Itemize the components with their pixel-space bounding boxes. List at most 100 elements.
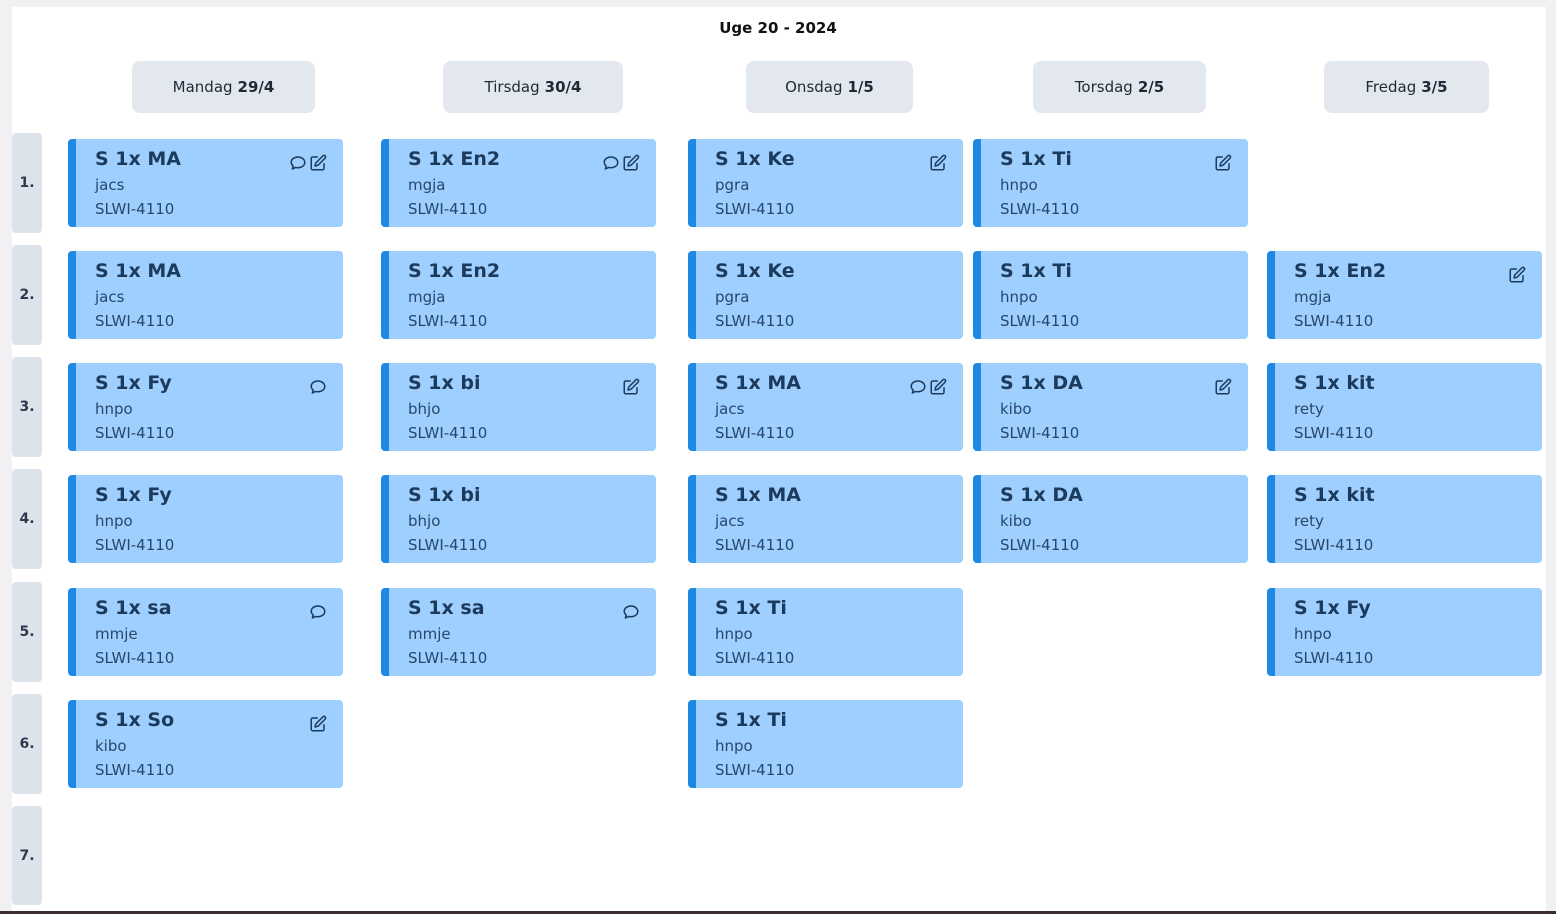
lesson-card[interactable]: S 1x Ti hnpo SLWI-4110 xyxy=(973,251,1248,339)
comment-icon[interactable] xyxy=(289,154,307,172)
lesson-teacher: kibo xyxy=(95,737,127,755)
day-header-torsdag: Torsdag 2/5 xyxy=(1033,61,1206,113)
day-date: 2/5 xyxy=(1137,78,1165,96)
lesson-teacher: jacs xyxy=(95,176,125,194)
day-date: 30/4 xyxy=(544,78,582,96)
lesson-subject: S 1x kit xyxy=(1294,484,1375,506)
lesson-subject: S 1x Ti xyxy=(1000,260,1072,282)
lesson-card[interactable]: S 1x Fy hnpo SLWI-4110 xyxy=(68,363,343,451)
lesson-teacher: bhjo xyxy=(408,512,441,530)
lesson-teacher: mgja xyxy=(408,176,446,194)
lesson-teacher: hnpo xyxy=(95,512,133,530)
day-name: Onsdag xyxy=(785,78,843,96)
lesson-room: SLWI-4110 xyxy=(1000,200,1080,218)
lesson-actions xyxy=(309,715,327,733)
lesson-room: SLWI-4110 xyxy=(1294,649,1374,667)
lesson-card[interactable]: S 1x Ti hnpo SLWI-4110 xyxy=(688,588,963,676)
lesson-card[interactable]: S 1x Fy hnpo SLWI-4110 xyxy=(1267,588,1542,676)
lesson-teacher: rety xyxy=(1294,512,1324,530)
lesson-card[interactable]: S 1x DA kibo SLWI-4110 xyxy=(973,363,1248,451)
lesson-card[interactable]: S 1x Fy hnpo SLWI-4110 xyxy=(68,475,343,563)
edit-icon[interactable] xyxy=(1508,266,1526,284)
day-date: 1/5 xyxy=(847,78,874,96)
lesson-room: SLWI-4110 xyxy=(715,424,795,442)
lesson-actions xyxy=(1508,266,1526,284)
lesson-card[interactable]: S 1x sa mmje SLWI-4110 xyxy=(68,588,343,676)
lesson-actions xyxy=(309,378,327,396)
lesson-card[interactable]: S 1x En2 mgja SLWI-4110 xyxy=(381,251,656,339)
lesson-card[interactable]: S 1x MA jacs SLWI-4110 xyxy=(688,475,963,563)
lesson-room: SLWI-4110 xyxy=(95,761,175,779)
day-header-mandag: Mandag 29/4 xyxy=(132,61,315,113)
edit-icon[interactable] xyxy=(622,378,640,396)
edit-icon[interactable] xyxy=(309,715,327,733)
edit-icon[interactable] xyxy=(1214,154,1232,172)
lesson-subject: S 1x MA xyxy=(95,260,182,282)
lesson-subject: S 1x Fy xyxy=(95,484,172,506)
lesson-card[interactable]: S 1x kit rety SLWI-4110 xyxy=(1267,475,1542,563)
lesson-teacher: kibo xyxy=(1000,400,1032,418)
lesson-room: SLWI-4110 xyxy=(1294,312,1374,330)
lesson-card[interactable]: S 1x En2 mgja SLWI-4110 xyxy=(1267,251,1542,339)
edit-icon[interactable] xyxy=(929,154,947,172)
lesson-subject: S 1x bi xyxy=(408,484,481,506)
comment-icon[interactable] xyxy=(309,603,327,621)
lesson-card[interactable]: S 1x sa mmje SLWI-4110 xyxy=(381,588,656,676)
lesson-card[interactable]: S 1x bi bhjo SLWI-4110 xyxy=(381,475,656,563)
lesson-teacher: jacs xyxy=(715,400,745,418)
lesson-subject: S 1x MA xyxy=(715,484,802,506)
lesson-card[interactable]: S 1x DA kibo SLWI-4110 xyxy=(973,475,1248,563)
lesson-card[interactable]: S 1x En2 mgja SLWI-4110 xyxy=(381,139,656,227)
lesson-card[interactable]: S 1x Ti hnpo SLWI-4110 xyxy=(688,700,963,788)
lesson-card[interactable]: S 1x MA jacs SLWI-4110 xyxy=(688,363,963,451)
lesson-card[interactable]: S 1x bi bhjo SLWI-4110 xyxy=(381,363,656,451)
lesson-card[interactable]: S 1x Ke pgra SLWI-4110 xyxy=(688,251,963,339)
lesson-subject: S 1x DA xyxy=(1000,372,1083,394)
comment-icon[interactable] xyxy=(309,378,327,396)
lesson-card[interactable]: S 1x kit rety SLWI-4110 xyxy=(1267,363,1542,451)
lesson-room: SLWI-4110 xyxy=(408,200,488,218)
edit-icon[interactable] xyxy=(1214,378,1232,396)
lesson-room: SLWI-4110 xyxy=(715,312,795,330)
lesson-room: SLWI-4110 xyxy=(95,200,175,218)
week-title: Uge 20 - 2024 xyxy=(719,19,837,37)
lesson-room: SLWI-4110 xyxy=(95,536,175,554)
lesson-card[interactable]: S 1x MA jacs SLWI-4110 xyxy=(68,251,343,339)
lesson-actions xyxy=(622,378,640,396)
lesson-card[interactable]: S 1x Ke pgra SLWI-4110 xyxy=(688,139,963,227)
lesson-room: SLWI-4110 xyxy=(408,424,488,442)
day-header-onsdag: Onsdag 1/5 xyxy=(746,61,913,113)
lesson-room: SLWI-4110 xyxy=(95,649,175,667)
lesson-subject: S 1x Ti xyxy=(715,597,787,619)
period-label: 3. xyxy=(12,357,42,457)
comment-icon[interactable] xyxy=(909,378,927,396)
lesson-teacher: hnpo xyxy=(715,737,753,755)
lesson-teacher: hnpo xyxy=(1000,288,1038,306)
lesson-teacher: bhjo xyxy=(408,400,441,418)
comment-icon[interactable] xyxy=(622,603,640,621)
lesson-card[interactable]: S 1x MA jacs SLWI-4110 xyxy=(68,139,343,227)
lesson-teacher: hnpo xyxy=(1294,625,1332,643)
day-header-fredag: Fredag 3/5 xyxy=(1324,61,1489,113)
day-header-tirsdag: Tirsdag 30/4 xyxy=(443,61,623,113)
edit-icon[interactable] xyxy=(309,154,327,172)
edit-icon[interactable] xyxy=(622,154,640,172)
lesson-room: SLWI-4110 xyxy=(1294,536,1374,554)
day-name: Torsdag xyxy=(1074,78,1133,96)
lesson-subject: S 1x Ti xyxy=(715,709,787,731)
lesson-card[interactable]: S 1x Ti hnpo SLWI-4110 xyxy=(973,139,1248,227)
lesson-subject: S 1x Fy xyxy=(95,372,172,394)
lesson-actions xyxy=(309,603,327,621)
lesson-actions xyxy=(622,603,640,621)
lesson-teacher: hnpo xyxy=(95,400,133,418)
lesson-card[interactable]: S 1x So kibo SLWI-4110 xyxy=(68,700,343,788)
comment-icon[interactable] xyxy=(602,154,620,172)
lesson-actions xyxy=(289,154,327,172)
period-label: 1. xyxy=(12,133,42,233)
edit-icon[interactable] xyxy=(929,378,947,396)
lesson-subject: S 1x sa xyxy=(408,597,485,619)
lesson-subject: S 1x Ke xyxy=(715,260,795,282)
lesson-teacher: pgra xyxy=(715,176,750,194)
lesson-subject: S 1x Ke xyxy=(715,148,795,170)
period-label: 4. xyxy=(12,469,42,569)
